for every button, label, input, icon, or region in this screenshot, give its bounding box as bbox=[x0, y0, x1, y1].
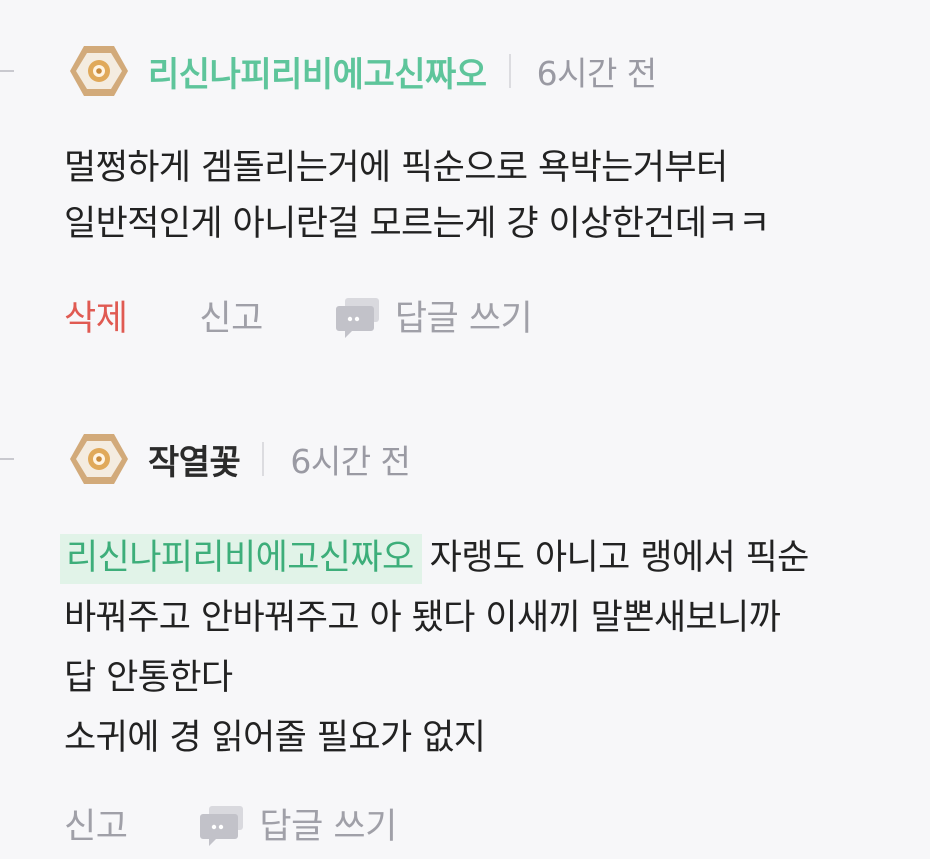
chat-bubble-icon bbox=[335, 297, 379, 338]
comment-text-line: 멀쩡하게 겜돌리는거에 픽순으로 욕박는거부터 bbox=[64, 148, 728, 188]
header-divider bbox=[508, 54, 511, 88]
comment-actions: 신고 답글 쓰기 bbox=[64, 798, 397, 849]
comment-username[interactable]: 리신나피리비에고신짜오 bbox=[148, 47, 487, 96]
comment-text-line: 일반적인게 아니란걸 모르는게 걍 이상한건데ㅋㅋ bbox=[64, 204, 770, 244]
report-button[interactable]: 신고 bbox=[64, 798, 128, 849]
header-divider bbox=[262, 442, 265, 476]
comment-timestamp: 6시간 전 bbox=[536, 54, 658, 93]
comment-text-line: 소귀에 경 읽어줄 필요가 없지 bbox=[64, 718, 486, 758]
comment-list: 리신나피리비에고신짜오 6시간 전 멀쩡하게 겜돌리는거에 픽순으로 욕박는거부… bbox=[0, 0, 930, 859]
comment-timestamp: 6시간 전 bbox=[290, 442, 411, 481]
reply-button[interactable]: 답글 쓰기 bbox=[335, 290, 533, 341]
comment-text-line: 리신나피리비에고신짜오 자랭도 아니고 랭에서 픽순 bbox=[60, 528, 810, 588]
thread-line bbox=[0, 70, 14, 72]
comment-header: 리신나피리비에고신짜오 6시간 전 bbox=[70, 42, 657, 100]
reply-label: 답글 쓰기 bbox=[394, 299, 533, 339]
thread-line bbox=[0, 458, 14, 460]
comment-text-line: 답 안통한다 bbox=[64, 658, 233, 698]
mention-tag[interactable]: 리신나피리비에고신짜오 bbox=[60, 534, 422, 584]
hexagon-rank-badge-icon bbox=[70, 434, 128, 484]
comment-username[interactable]: 작열꽃 bbox=[148, 435, 241, 484]
chat-bubble-icon bbox=[200, 805, 244, 846]
report-button[interactable]: 신고 bbox=[199, 290, 263, 341]
delete-button[interactable]: 삭제 bbox=[64, 290, 128, 341]
hexagon-rank-badge-icon bbox=[70, 46, 128, 96]
comment-text: 자랭도 아니고 랭에서 픽순 bbox=[429, 538, 810, 578]
comment-actions: 삭제 신고 답글 쓰기 bbox=[64, 290, 533, 341]
reply-label: 답글 쓰기 bbox=[259, 807, 397, 847]
comment-body: 리신나피리비에고신짜오 자랭도 아니고 랭에서 픽순 바꿔주고 안바꿔주고 아 됐… bbox=[60, 528, 810, 768]
reply-button[interactable]: 답글 쓰기 bbox=[199, 798, 397, 849]
comment-header: 작열꽃 6시간 전 bbox=[70, 430, 411, 488]
comment-text-line: 바꿔주고 안바꿔주고 아 됐다 이새끼 말뽄새보니까 bbox=[64, 598, 781, 638]
comment-body: 멀쩡하게 겜돌리는거에 픽순으로 욕박는거부터 일반적인게 아니란걸 모르는게 … bbox=[64, 140, 770, 252]
